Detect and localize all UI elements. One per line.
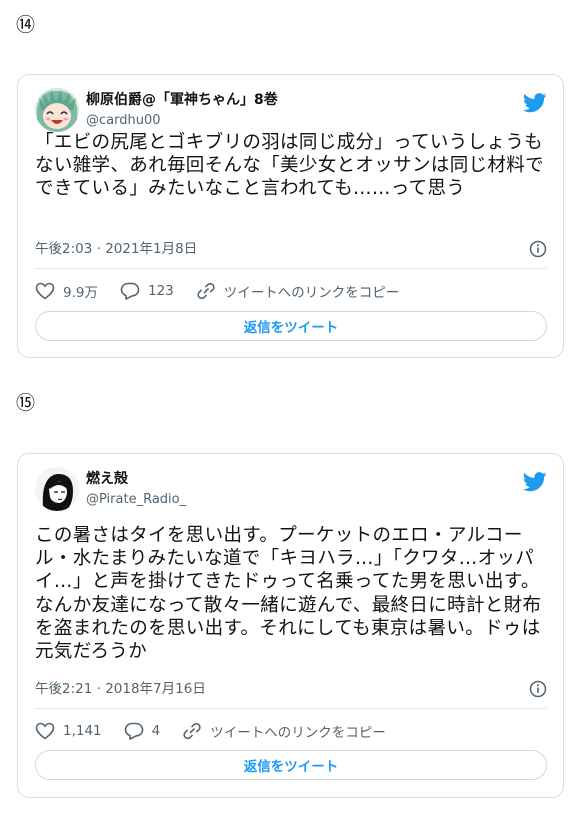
reply-tweet-button[interactable]: 返信をツイート	[35, 311, 547, 341]
copy-link-label: ツイートへのリンクをコピー	[223, 285, 400, 301]
tweet-card: 燃え殻 @Pirate_Radio_ この暑さはタイを思い出す。プーケットのエロ…	[17, 453, 564, 798]
reply-tweet-button[interactable]: 返信をツイート	[35, 750, 547, 780]
tweet-card: 柳原伯爵@「軍神ちゃん」8巻 @cardhu00 「エビの尻尾とゴキブリの羽は同…	[17, 74, 564, 358]
tweet-text: この暑さはタイを思い出す。プーケットのエロ・アルコール・水たまりみたいな道で「キ…	[35, 525, 542, 663]
copy-link-button[interactable]: ツイートへのリンクをコピー	[196, 281, 400, 301]
display-name[interactable]: 燃え殻	[86, 470, 128, 488]
reply-bubble-icon	[120, 282, 140, 300]
tweet-number-marker: ⑮	[16, 392, 36, 414]
copy-link-label: ツイートへのリンクをコピー	[210, 725, 386, 741]
copy-link-button[interactable]: ツイートへのリンクをコピー	[182, 721, 386, 741]
tweet-actions: 9.9万 123 ツイートへのリンクをコピー	[35, 280, 547, 302]
tweet-actions: 1,141 4 ツイートへのリンクをコピー	[35, 720, 547, 742]
divider	[35, 708, 547, 709]
divider	[35, 268, 547, 269]
twitter-bird-icon[interactable]	[523, 93, 547, 113]
like-count: 1,141	[63, 723, 102, 739]
reply-button[interactable]: 123	[120, 282, 174, 300]
link-icon	[183, 722, 201, 740]
link-icon	[197, 282, 215, 300]
tweet-number-marker: ⑭	[16, 14, 36, 36]
user-handle[interactable]: @cardhu00	[86, 112, 161, 129]
reply-button[interactable]: 4	[124, 722, 161, 740]
avatar[interactable]	[35, 88, 79, 132]
like-count: 9.9万	[63, 285, 98, 301]
avatar[interactable]	[35, 467, 79, 511]
tweet-timestamp[interactable]: 午後2:21 · 2018年7月16日	[35, 680, 206, 698]
reply-bubble-icon	[124, 722, 143, 740]
twitter-bird-icon[interactable]	[523, 472, 547, 492]
display-name[interactable]: 柳原伯爵@「軍神ちゃん」8巻	[86, 91, 278, 109]
tweet-timestamp[interactable]: 午後2:03 · 2021年1月8日	[35, 240, 197, 258]
like-button[interactable]: 9.9万	[35, 281, 98, 301]
info-icon[interactable]	[529, 680, 547, 698]
info-icon[interactable]	[529, 240, 547, 258]
user-handle[interactable]: @Pirate_Radio_	[86, 491, 186, 508]
like-button[interactable]: 1,141	[35, 722, 102, 740]
reply-count: 4	[151, 723, 161, 739]
reply-count: 123	[147, 283, 174, 299]
heart-icon	[35, 282, 55, 300]
heart-icon	[35, 722, 55, 740]
tweet-text: 「エビの尻尾とゴキブリの羽は同じ成分」っていうしょうもない雑学、あれ毎回そんな「…	[35, 132, 544, 200]
